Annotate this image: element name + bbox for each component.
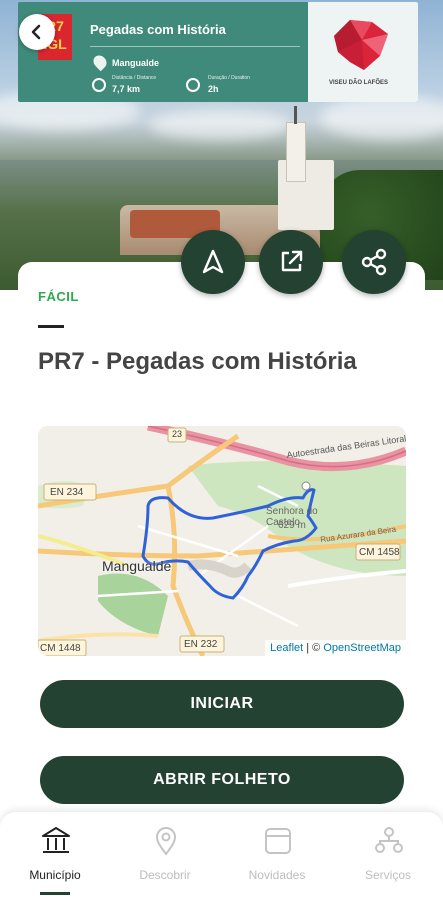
clock-icon — [186, 78, 200, 92]
map-attribution: Leaflet | © OpenStreetMap — [265, 640, 406, 656]
building-icon — [42, 827, 70, 853]
nav-label-novidades: Novidades — [248, 868, 306, 882]
back-button[interactable] — [19, 14, 55, 50]
network-icon — [375, 827, 403, 853]
distance-caption: Distância / Distance — [112, 75, 157, 81]
open-external-button[interactable] — [259, 230, 323, 294]
navigation-arrow-icon — [202, 249, 224, 274]
banner-place: Mangualde — [112, 58, 160, 68]
nav-item-descobrir[interactable]: Descobrir — [110, 812, 220, 900]
map-canvas — [38, 426, 406, 656]
region-logo-text: VISEU DÃO LAFÕES — [328, 80, 388, 86]
start-button[interactable]: INICIAR — [40, 680, 404, 728]
leaflet-link[interactable]: Leaflet — [270, 642, 303, 654]
banner-logo-panel: VISEU DÃO LAFÕES — [308, 2, 418, 102]
map-label-en232: EN 232 — [184, 639, 218, 650]
banner-title: Pegadas com História — [90, 22, 226, 37]
nav-active-indicator — [40, 892, 70, 895]
navigate-button[interactable] — [181, 230, 245, 294]
route-title: PR7 - Pegadas com História — [38, 348, 357, 375]
duration-value: 2h — [208, 84, 219, 94]
nav-item-municipio[interactable]: Município — [0, 812, 110, 900]
map-label-peak-altitude: 629 m — [278, 520, 306, 531]
map-pin-icon — [90, 52, 110, 72]
duration-caption: Duração / Duration — [208, 75, 250, 81]
map-label-cm1448: CM 1448 — [40, 643, 81, 654]
nav-label-municipio: Município — [29, 868, 81, 882]
difficulty-label: FÁCIL — [38, 289, 79, 304]
nav-label-servicos: Serviços — [364, 868, 411, 882]
play-icon — [92, 78, 106, 92]
chevron-left-icon — [31, 24, 41, 40]
attribution-separator: | © — [303, 642, 324, 654]
open-brochure-button[interactable]: ABRIR FOLHETO — [40, 756, 404, 804]
share-button[interactable] — [342, 230, 406, 294]
nav-label-descobrir: Descobrir — [139, 868, 191, 882]
osm-link[interactable]: OpenStreetMap — [323, 642, 401, 654]
map-label-en234: EN 234 — [50, 487, 84, 498]
external-link-icon — [281, 250, 303, 272]
map-label-road-number: 23 — [172, 429, 183, 439]
nav-item-novidades[interactable]: Novidades — [222, 812, 332, 900]
route-banner: R7 IGL Pegadas com História Mangualde Di… — [18, 2, 418, 102]
nav-item-servicos[interactable]: Serviços — [333, 812, 443, 900]
location-pin-icon — [155, 827, 177, 856]
map-label-town: Mangualde — [102, 558, 172, 574]
calendar-icon — [265, 828, 291, 854]
region-logo — [334, 20, 388, 70]
map-label-cm1458: CM 1458 — [359, 547, 400, 558]
distance-value: 7,7 km — [112, 84, 141, 94]
title-divider — [38, 325, 64, 328]
share-icon — [361, 248, 387, 276]
route-map[interactable]: Autoestrada das Beiras Litoral e Alta EN… — [38, 426, 406, 656]
bottom-navigation: Município Descobrir Novidades Serviços — [0, 812, 443, 900]
